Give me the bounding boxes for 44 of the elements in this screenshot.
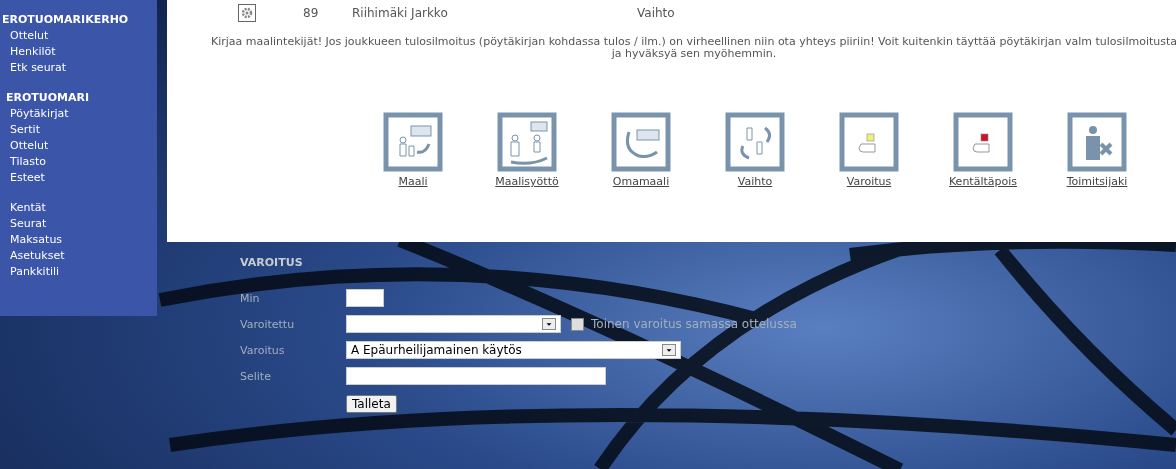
hand-card-icon <box>953 112 1013 172</box>
sidebar-link[interactable]: Sertit <box>2 122 157 138</box>
action-link[interactable]: Maalisyöttö <box>470 112 584 188</box>
player-scoreboard-icon <box>383 112 443 172</box>
sidebar-link[interactable]: Pankkitili <box>2 264 157 280</box>
sidebar-link[interactable]: Seurat <box>2 216 157 232</box>
player-number: 89 <box>303 6 320 20</box>
input-field[interactable] <box>346 289 384 307</box>
sidebar-link[interactable]: Maksatus <box>2 232 157 248</box>
sidebar-link[interactable]: Ottelut <box>2 28 157 44</box>
field-label: Varoitus <box>240 343 286 357</box>
sidebar-link[interactable]: Kentät <box>2 200 157 216</box>
sidebar-link[interactable]: Tilasto <box>2 154 157 170</box>
sidebar-link[interactable]: Asetukset <box>2 248 157 264</box>
field-label: Varoitettu <box>240 317 296 331</box>
form-title: VAROITUS <box>240 256 304 269</box>
select-field[interactable] <box>346 315 561 333</box>
person-cross-icon <box>1067 112 1127 172</box>
swap-arrows-icon <box>725 112 785 172</box>
section-heading: EROTUOMARI <box>5 90 91 106</box>
notice-text: Kirjaa maalintekijät! Jos joukkueen tulosilmoitus (pöytäkirjan kohdassa tulos / ilm.) on virheellinen niin ota yhteys piiriin! Voit kuitenkin täyttää pöytäkirjan valm tulosilmoitusta ja hyväksyä sen myöhemmin. <box>209 36 1176 60</box>
select-field[interactable]: A Epäurheilijamainen käytös <box>346 341 681 359</box>
action-link[interactable]: Vaihto <box>698 112 812 188</box>
sidebar-link[interactable]: Etk seurat <box>2 60 157 76</box>
sidebar-link[interactable]: Esteet <box>2 170 157 186</box>
settings-icon[interactable] <box>238 4 256 22</box>
caret-icon <box>662 344 676 356</box>
action-link[interactable]: Toimitsijaki <box>1040 112 1154 188</box>
action-link[interactable]: Varoitus <box>812 112 926 188</box>
event-type: Vaihto <box>637 6 675 20</box>
action-link[interactable]: Kentältäpois <box>926 112 1040 188</box>
sidebar-link[interactable]: Ottelut <box>2 138 157 154</box>
field-label: Min <box>240 291 261 305</box>
section-heading: EROTUOMARIKERHO <box>2 12 130 28</box>
save-button[interactable]: Talleta <box>346 395 397 413</box>
input-field[interactable] <box>346 367 606 385</box>
sidebar-link[interactable]: Henkilöt <box>2 44 157 60</box>
sidebar-link[interactable]: Pöytäkirjat <box>2 106 157 122</box>
field-label: Selite <box>240 369 272 383</box>
action-link[interactable]: Maali <box>356 112 470 188</box>
player-name: Riihimäki Jarkko <box>352 6 449 20</box>
action-link[interactable]: Omamaali <box>584 112 698 188</box>
hand-card-icon <box>839 112 899 172</box>
caret-icon <box>542 318 556 330</box>
